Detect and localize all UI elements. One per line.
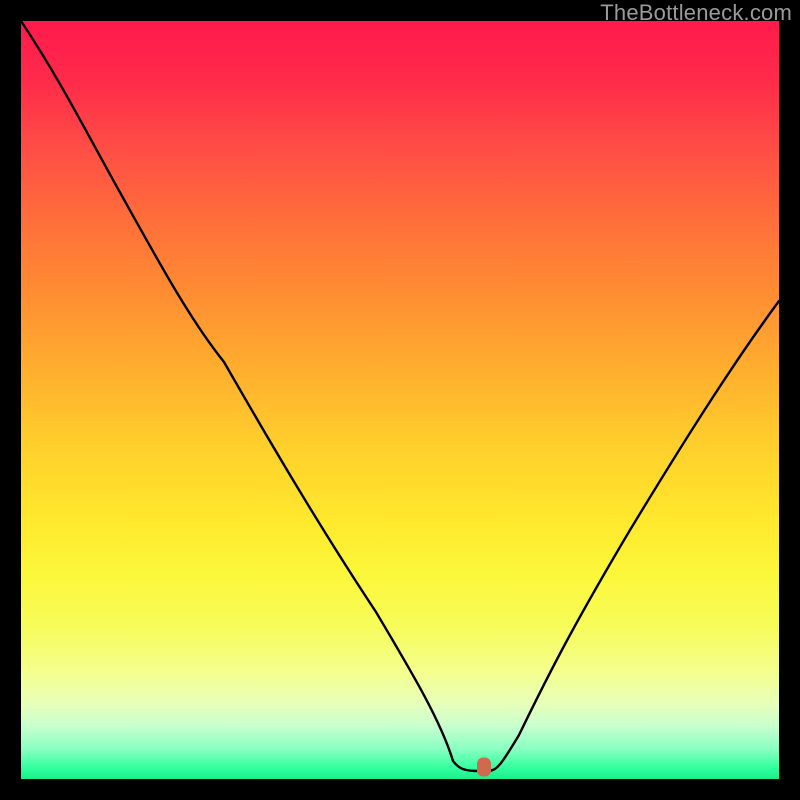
curve-path bbox=[21, 21, 779, 771]
watermark-text: TheBottleneck.com bbox=[600, 0, 792, 26]
bottleneck-curve bbox=[21, 21, 779, 779]
plot-area bbox=[21, 21, 779, 779]
chart-frame: TheBottleneck.com bbox=[0, 0, 800, 800]
bottleneck-marker bbox=[477, 758, 491, 777]
